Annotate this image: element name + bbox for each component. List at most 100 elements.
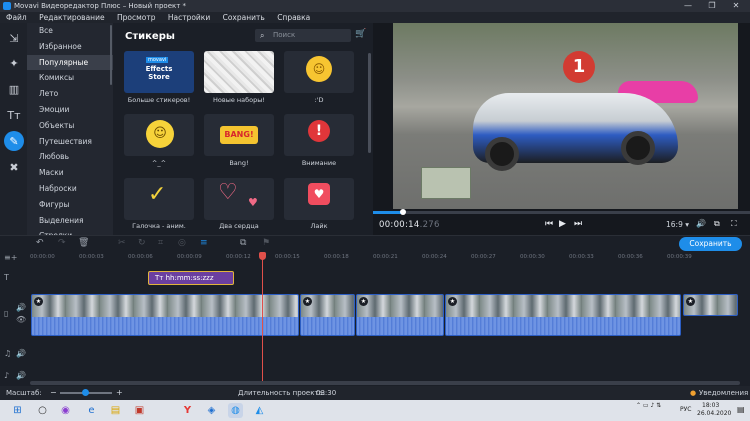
undo-icon[interactable]: ↶ <box>36 238 44 248</box>
cut-icon[interactable]: ✂ <box>118 238 126 248</box>
music-mute-icon[interactable]: 🔊 <box>16 349 26 358</box>
categories-scrollbar[interactable] <box>110 25 112 85</box>
sticker-warning[interactable]: ! <box>284 114 354 156</box>
category-objects[interactable]: Объекты <box>27 118 113 134</box>
transitions-icon[interactable]: ▥ <box>4 79 24 99</box>
edge-icon[interactable]: e <box>84 403 99 418</box>
menu-file[interactable]: Файл <box>6 13 27 22</box>
rotate-icon[interactable]: ↻ <box>138 238 146 248</box>
timeline-scrollbar[interactable] <box>30 381 740 385</box>
zoom-out-icon[interactable]: − <box>50 388 57 397</box>
category-favorites[interactable]: Избранное <box>27 39 113 55</box>
video-clip[interactable]: ★ <box>300 294 355 336</box>
menu-edit[interactable]: Редактирование <box>39 13 104 22</box>
stickers-scrollbar[interactable] <box>368 53 371 153</box>
detach-preview-icon[interactable]: ⧉ <box>714 219 720 229</box>
sticker-effects-store[interactable]: movavi Effects Store <box>124 51 194 93</box>
redo-icon[interactable]: ↷ <box>58 238 66 248</box>
movavi-converter-icon[interactable]: ◭ <box>252 403 267 418</box>
magic-wand-icon[interactable]: ✦ <box>4 53 24 73</box>
category-sketches[interactable]: Наброски <box>27 181 113 197</box>
export-button[interactable]: Сохранить <box>679 237 742 251</box>
add-track-icon[interactable]: ≡+ <box>4 253 17 262</box>
titles-icon[interactable]: Tт <box>4 105 24 125</box>
explorer-icon[interactable]: ▤ <box>108 403 123 418</box>
category-love[interactable]: Любовь <box>27 149 113 165</box>
next-frame-icon[interactable]: ⏭ <box>574 219 582 229</box>
category-masks[interactable]: Маски <box>27 165 113 181</box>
playhead-handle[interactable] <box>259 252 266 260</box>
category-summer[interactable]: Лето <box>27 86 113 102</box>
color-adjust-icon[interactable]: ◎ <box>178 238 186 248</box>
sticker-like[interactable]: ♥ <box>284 178 354 220</box>
yandex-icon[interactable]: Y <box>180 403 195 418</box>
category-emotions[interactable]: Эмоции <box>27 102 113 118</box>
video-clip[interactable]: ★ <box>445 294 681 336</box>
clip-star-icon[interactable]: ★ <box>34 297 43 306</box>
clip-star-icon[interactable]: ★ <box>686 297 695 306</box>
audio-mute-icon[interactable]: 🔊 <box>16 371 26 380</box>
tray-icons[interactable]: ⌃ ▭ ♪ ⇅ <box>636 402 661 409</box>
seek-handle[interactable] <box>400 209 406 215</box>
menu-view[interactable]: Просмотр <box>117 13 156 22</box>
minimize-button[interactable]: — <box>680 0 696 12</box>
zoom-slider[interactable] <box>60 389 112 396</box>
video-clip[interactable]: ★ <box>683 294 738 316</box>
category-highlights[interactable]: Выделения <box>27 213 113 229</box>
media-app-icon[interactable]: ▣ <box>132 403 147 418</box>
import-icon[interactable]: ⇲ <box>4 28 24 48</box>
crop-icon[interactable]: ⌗ <box>158 238 163 248</box>
title-clip[interactable]: Tт hh:mm:ss:zzz <box>148 271 234 285</box>
delete-icon[interactable]: 🗑 <box>78 238 89 248</box>
clip-star-icon[interactable]: ★ <box>303 297 312 306</box>
aspect-ratio-select[interactable]: 16:9 ▾ <box>666 220 689 229</box>
video-clip[interactable]: ★ <box>31 294 299 336</box>
assistant-icon[interactable]: ◉ <box>58 403 73 418</box>
notification-center-icon[interactable]: ▤ <box>737 405 745 414</box>
search-taskbar-icon[interactable]: ○ <box>35 403 50 418</box>
sticker-checkmark[interactable]: ✓ <box>124 178 194 220</box>
category-popular[interactable]: Популярные <box>27 54 113 71</box>
category-comics[interactable]: Комиксы <box>27 70 113 86</box>
video-clip[interactable]: ★ <box>356 294 444 336</box>
clock-date[interactable]: 26.04.2020 <box>697 410 731 417</box>
sticker-new-sets[interactable] <box>204 51 274 93</box>
timeline-ruler[interactable]: 00:00:00 00:00:03 00:00:06 00:00:09 00:0… <box>28 251 750 263</box>
start-icon[interactable]: ⊞ <box>10 403 25 418</box>
track-lock-icon[interactable]: 👁 <box>16 315 26 324</box>
zoom-slider-handle[interactable] <box>82 389 89 396</box>
video-preview[interactable]: 1 <box>393 23 738 209</box>
equalizer-icon[interactable]: ≡ <box>200 238 208 248</box>
stickers-icon[interactable]: ✎ <box>4 131 24 151</box>
maximize-button[interactable]: ❐ <box>704 0 720 12</box>
clock-time[interactable]: 18:03 <box>702 402 719 409</box>
sticker-laughing-emoji[interactable]: ☺ <box>284 51 354 93</box>
language-indicator[interactable]: РУС <box>680 406 691 413</box>
more-tools-icon[interactable]: ✖ <box>4 157 24 177</box>
movavi-taskbar-icon[interactable]: ◍ <box>228 403 243 418</box>
notifications-link[interactable]: Уведомления <box>699 389 748 397</box>
search-input[interactable]: ⌕ Поиск <box>255 29 351 42</box>
bell-icon[interactable]: ● <box>690 389 696 397</box>
menu-settings[interactable]: Настройки <box>168 13 210 22</box>
seek-bar[interactable] <box>373 209 750 215</box>
cart-icon[interactable]: 🛒 <box>355 29 366 39</box>
category-all[interactable]: Все <box>27 23 113 39</box>
track-mute-icon[interactable]: 🔊 <box>16 303 26 312</box>
zoom-in-icon[interactable]: + <box>116 388 123 397</box>
clip-star-icon[interactable]: ★ <box>448 297 457 306</box>
marker-icon[interactable]: ⚑ <box>262 238 270 248</box>
close-button[interactable]: ✕ <box>728 0 744 12</box>
sticker-bang[interactable]: BANG! <box>204 114 274 156</box>
clip-star-icon[interactable]: ★ <box>359 297 368 306</box>
volume-icon[interactable]: 🔊 <box>696 219 706 228</box>
previous-frame-icon[interactable]: ⏮ <box>545 219 553 229</box>
playhead[interactable] <box>262 252 263 382</box>
menu-save[interactable]: Сохранить <box>223 13 265 22</box>
clip-properties-icon[interactable]: ⧉ <box>240 238 246 248</box>
category-travel[interactable]: Путешествия <box>27 134 113 150</box>
play-icon[interactable]: ▶ <box>559 219 566 229</box>
category-shapes[interactable]: Фигуры <box>27 197 113 213</box>
sticker-smile[interactable]: ☺ <box>124 114 194 156</box>
sticker-two-hearts[interactable]: ♡ ♥ <box>204 178 274 220</box>
